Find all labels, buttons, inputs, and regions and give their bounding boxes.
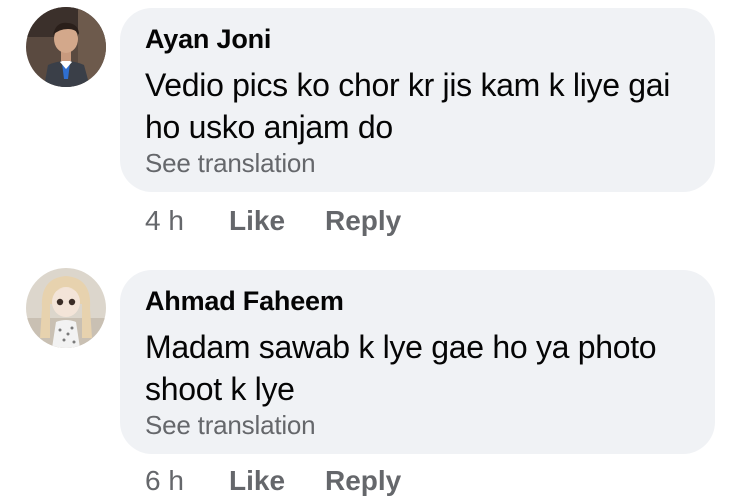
avatar[interactable]: [26, 268, 106, 348]
reply-button[interactable]: Reply: [325, 205, 401, 237]
comment-timestamp[interactable]: 4 h: [145, 205, 229, 237]
comment-text: Madam sawab k lye gae ho ya photo shoot …: [145, 329, 657, 407]
comment-text: Vedio pics ko chor kr jis kam k liye gai…: [145, 67, 671, 145]
comment-timestamp[interactable]: 6 h: [145, 465, 229, 497]
comment-actions: 4 h Like Reply: [145, 205, 401, 237]
comment-author[interactable]: Ayan Joni: [145, 24, 271, 55]
see-translation-link[interactable]: See translation: [145, 410, 316, 441]
like-button[interactable]: Like: [229, 465, 325, 497]
avatar[interactable]: [26, 7, 106, 87]
like-button[interactable]: Like: [229, 205, 325, 237]
see-translation-link[interactable]: See translation: [145, 148, 316, 179]
comment-bubble: Ayan Joni Vedio pics ko chor kr jis kam …: [120, 8, 715, 192]
profile-photo-icon: [26, 7, 106, 87]
comment-author[interactable]: Ahmad Faheem: [145, 286, 344, 317]
comment-actions: 6 h Like Reply: [145, 465, 401, 497]
profile-photo-icon: [26, 268, 106, 348]
comment-bubble: Ahmad Faheem Madam sawab k lye gae ho ya…: [120, 270, 715, 454]
reply-button[interactable]: Reply: [325, 465, 401, 497]
